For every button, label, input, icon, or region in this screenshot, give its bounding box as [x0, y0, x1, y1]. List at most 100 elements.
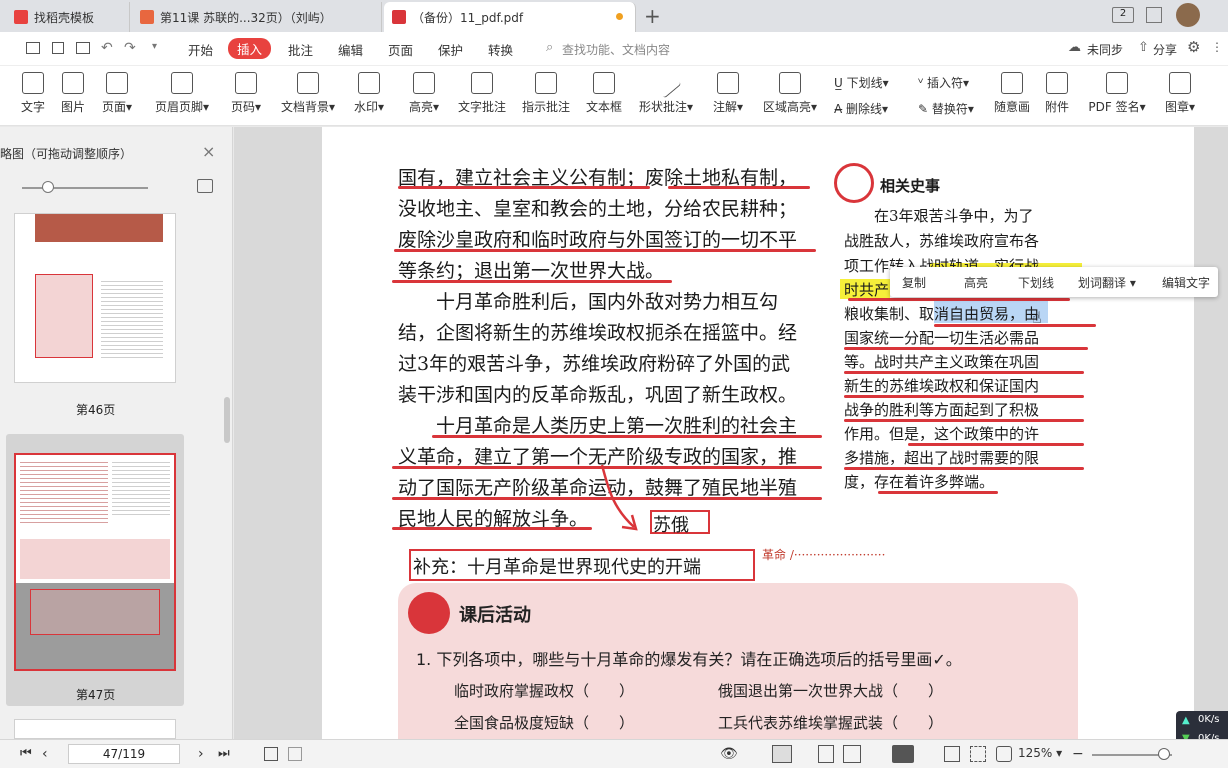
underline-annotation[interactable]: [392, 280, 672, 283]
menu-insert[interactable]: 插入: [228, 38, 272, 59]
underline-annotation[interactable]: [878, 491, 998, 494]
doc-background-button[interactable]: 文档背景▾: [278, 72, 338, 115]
search-input[interactable]: 查找功能、文档内容: [562, 41, 670, 58]
menu-bar: ↶ ↷ ▾ 开始 插入 批注 编辑 页面 保护 转换 ⌕ 查找功能、文档内容 ☁…: [0, 32, 1228, 66]
underline-annotation[interactable]: [934, 324, 1096, 327]
note-button[interactable]: 注解▾: [708, 72, 748, 115]
zoom-select[interactable]: 125% ▾: [1018, 746, 1062, 760]
text-button[interactable]: 文字: [18, 72, 48, 115]
play-slideshow-icon[interactable]: [892, 745, 914, 763]
fit-page-icon[interactable]: [970, 746, 986, 762]
sync-status[interactable]: 未同步: [1087, 41, 1123, 58]
menu-comment[interactable]: 批注: [288, 40, 313, 59]
save-icon[interactable]: [52, 42, 64, 54]
underline-annotation[interactable]: [394, 249, 816, 252]
page-number-input[interactable]: 47/119: [68, 744, 180, 764]
tab-pdf-backup[interactable]: （备份）11_pdf.pdf: [384, 2, 636, 32]
new-tab-plus-icon[interactable]: +: [644, 4, 661, 28]
two-page-icon[interactable]: [843, 745, 861, 763]
header-footer-button[interactable]: 页眉页脚▾: [152, 72, 212, 115]
underline-annotation[interactable]: [844, 395, 1084, 398]
slider-handle[interactable]: [42, 181, 54, 193]
underline-annotation[interactable]: [432, 435, 822, 438]
pointer-comment-button[interactable]: 指示批注: [520, 72, 572, 115]
tab-lesson11[interactable]: 第11课 苏联的...32页）（刘屿）: [132, 2, 382, 32]
undo-icon[interactable]: ↶: [101, 40, 113, 56]
eye-mode-icon[interactable]: 👁: [720, 746, 738, 762]
attachment-button[interactable]: 附件: [1042, 72, 1072, 115]
textbox-button[interactable]: 文本框: [584, 72, 624, 115]
actual-size-icon[interactable]: [944, 746, 960, 762]
underline-annotation[interactable]: [844, 371, 1084, 374]
thumbnail-page-47[interactable]: [14, 453, 176, 671]
text-comment-button[interactable]: 文字批注: [456, 72, 508, 115]
watermark-button[interactable]: 水印▾: [350, 72, 388, 115]
zoom-out-icon[interactable]: −: [1072, 746, 1084, 762]
grid-view-icon[interactable]: [1146, 7, 1162, 23]
underline-annotation[interactable]: [392, 527, 592, 530]
page-button[interactable]: 页面▾: [97, 72, 137, 115]
fit-width-icon[interactable]: [996, 746, 1012, 762]
open-folder-icon[interactable]: [26, 42, 40, 54]
underline-annotation[interactable]: [398, 186, 650, 189]
thumbnail-page-48[interactable]: [14, 719, 176, 739]
continuous-page-icon[interactable]: [818, 745, 834, 763]
copy-button[interactable]: 复制: [902, 274, 926, 291]
stamp-button[interactable]: 图章▾: [1160, 72, 1200, 115]
menu-page[interactable]: 页面: [388, 40, 413, 59]
insert-mark-button[interactable]: ⱽ 插入符▾: [918, 74, 969, 91]
share-button[interactable]: 分享: [1153, 41, 1177, 58]
document-view[interactable]: 国有，建立社会主义公有制；废除土地私有制， 没收地主、皇室和教会的土地，分给农民…: [234, 127, 1228, 739]
zoom-slider[interactable]: [22, 187, 148, 189]
text-box-annotation[interactable]: 苏俄: [650, 510, 710, 536]
underline-annotation[interactable]: [848, 298, 1070, 301]
image-button[interactable]: 图片: [58, 72, 88, 115]
last-page-icon[interactable]: ⏭: [218, 746, 230, 761]
underline-menu-button[interactable]: 下划线: [1018, 274, 1054, 291]
sidebar-scrollbar[interactable]: [224, 397, 230, 443]
prev-page-icon[interactable]: ‹: [42, 746, 48, 762]
redo-icon[interactable]: ↷: [124, 40, 136, 56]
menu-protect[interactable]: 保护: [438, 40, 463, 59]
status-bar: ⏮ ‹ 47/119 › ⏭ 👁 125% ▾ −: [0, 739, 1228, 768]
menu-convert[interactable]: 转换: [488, 40, 513, 59]
menu-start[interactable]: 开始: [188, 40, 213, 59]
area-highlight-button[interactable]: 区域高亮▾: [760, 72, 820, 115]
pdf-sign-button[interactable]: PDF 签名▾: [1086, 72, 1148, 115]
btn-label: 删除线: [846, 102, 883, 116]
close-icon[interactable]: ×: [202, 142, 215, 161]
shape-comment-button[interactable]: 形状批注▾: [636, 67, 696, 115]
highlight-button[interactable]: 高亮▾: [404, 72, 444, 115]
edit-text-button[interactable]: 编辑文字: [1162, 274, 1210, 291]
underline-annotation[interactable]: [908, 443, 1084, 446]
underline-button[interactable]: U̲ 下划线▾: [834, 74, 889, 91]
print-icon[interactable]: [76, 42, 90, 54]
highlight-menu-button[interactable]: 高亮: [964, 274, 988, 291]
chevron-down-icon[interactable]: ▾: [152, 41, 157, 52]
forward-icon[interactable]: [288, 747, 302, 761]
avatar[interactable]: [1176, 3, 1200, 27]
thumbnail-page-46[interactable]: [14, 213, 176, 383]
image-view-icon[interactable]: [197, 179, 213, 193]
underline-annotation[interactable]: [668, 186, 810, 189]
window-count-icon[interactable]: 2: [1112, 7, 1134, 23]
supplement-box[interactable]: 补充：十月革命是世界现代史的开端: [409, 549, 755, 581]
page-number-button[interactable]: 页码▾: [226, 72, 266, 115]
settings-gear-icon[interactable]: ⚙: [1187, 38, 1200, 56]
menu-edit[interactable]: 编辑: [338, 40, 363, 59]
tab-template[interactable]: 找稻壳模板: [6, 2, 130, 32]
back-icon[interactable]: [264, 747, 278, 761]
replace-mark-button[interactable]: ✎ 替换符▾: [918, 100, 974, 117]
freehand-button[interactable]: 随意画: [992, 72, 1032, 115]
more-icon[interactable]: ⋮: [1211, 40, 1223, 54]
single-page-icon[interactable]: [772, 745, 792, 763]
first-page-icon[interactable]: ⏮: [20, 746, 32, 761]
next-page-icon[interactable]: ›: [198, 746, 204, 762]
underline-annotation[interactable]: [844, 467, 1084, 470]
strikethrough-button[interactable]: A̶ 删除线▾: [834, 100, 888, 117]
underline-annotation[interactable]: [844, 347, 1088, 350]
arrow-annotation-icon[interactable]: [592, 457, 652, 537]
translate-button[interactable]: 划词翻译 ▾: [1078, 274, 1136, 291]
underline-annotation[interactable]: [844, 419, 1084, 422]
zoom-slider-handle[interactable]: [1158, 748, 1170, 760]
